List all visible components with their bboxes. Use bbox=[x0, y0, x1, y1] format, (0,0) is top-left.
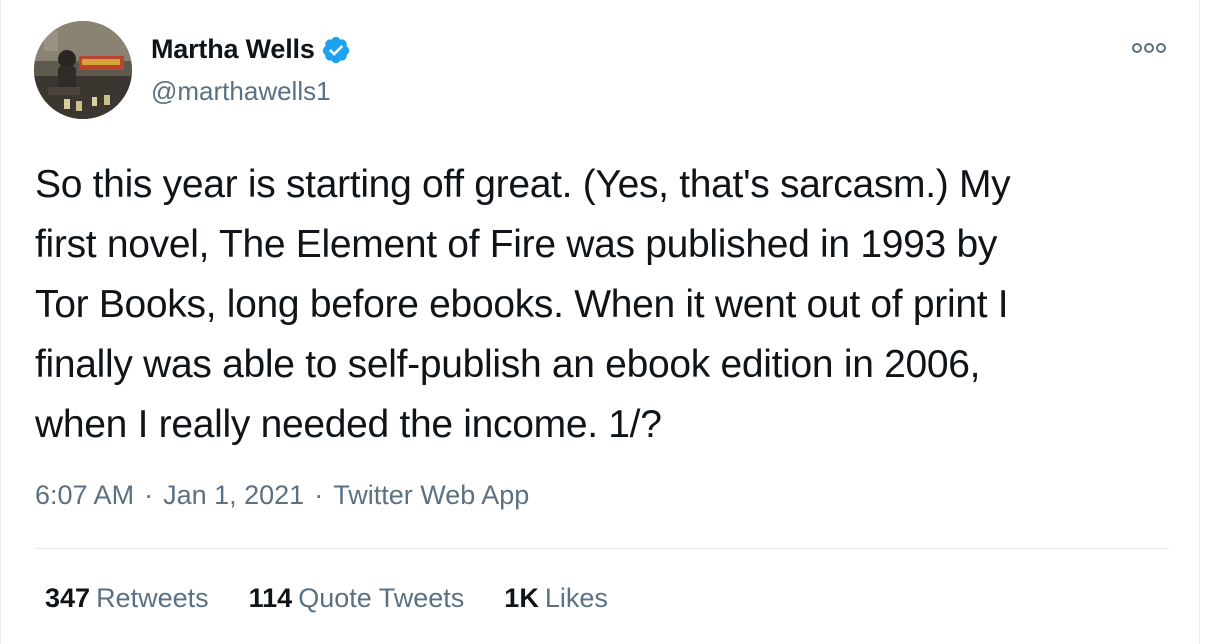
retweets-count: 347 bbox=[45, 583, 91, 613]
likes-stat[interactable]: 1K Likes bbox=[504, 583, 608, 614]
likes-label: Likes bbox=[544, 583, 608, 613]
divider bbox=[35, 548, 1169, 549]
avatar-photo bbox=[34, 21, 132, 119]
likes-count: 1K bbox=[504, 583, 539, 613]
tweet-source[interactable]: Twitter Web App bbox=[333, 480, 529, 511]
tweet-text: So this year is starting off great. (Yes… bbox=[35, 163, 1011, 446]
avatar[interactable] bbox=[34, 21, 132, 119]
tweet-date[interactable]: Jan 1, 2021 bbox=[163, 480, 304, 511]
tweet-metadata: 6:07 AM · Jan 1, 2021 · Twitter Web App bbox=[35, 480, 529, 511]
author-handle[interactable]: @marthawells1 bbox=[151, 76, 331, 107]
author-name-row: Martha Wells bbox=[151, 34, 351, 65]
tweet-card: Martha Wells @marthawells1 So this year … bbox=[0, 0, 1200, 644]
engagement-stats: 347 Retweets 114 Quote Tweets 1K Likes bbox=[45, 583, 648, 614]
quote-tweets-count: 114 bbox=[248, 583, 293, 613]
verified-badge-icon bbox=[321, 35, 351, 65]
retweets-stat[interactable]: 347 Retweets bbox=[45, 583, 209, 614]
meta-separator: · bbox=[314, 480, 324, 510]
author-display-name[interactable]: Martha Wells bbox=[151, 34, 315, 65]
more-options-icon[interactable] bbox=[1129, 38, 1169, 58]
retweets-label: Retweets bbox=[96, 583, 209, 613]
meta-separator: · bbox=[144, 480, 154, 510]
quote-tweets-label: Quote Tweets bbox=[298, 583, 465, 613]
tweet-time[interactable]: 6:07 AM bbox=[35, 480, 134, 511]
quote-tweets-stat[interactable]: 114 Quote Tweets bbox=[249, 583, 465, 614]
